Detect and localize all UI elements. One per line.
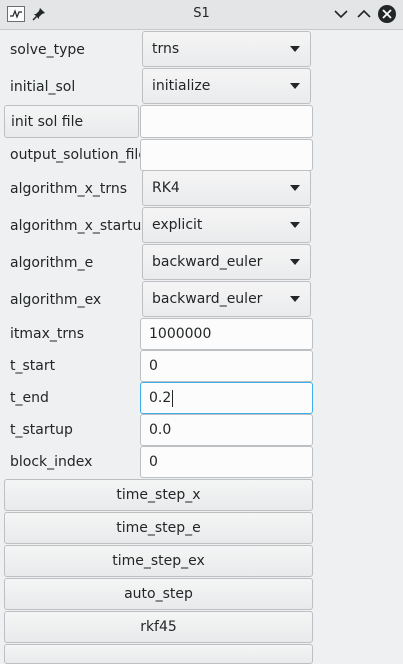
t-end-text-wrap: 0.2 bbox=[149, 383, 174, 413]
algorithm-x-startup-value: explicit bbox=[152, 217, 203, 233]
output-solution-file-label: output_solution_file bbox=[10, 147, 147, 163]
algorithm-ex-value: backward_euler bbox=[152, 291, 263, 307]
t-start-label: t_start bbox=[10, 358, 56, 374]
t-end-value: 0.2 bbox=[149, 390, 172, 406]
algorithm-x-startup-label: algorithm_x_startup bbox=[10, 218, 151, 234]
dropdown-arrow-icon bbox=[290, 185, 300, 191]
time-step-ex-button[interactable]: time_step_ex bbox=[4, 545, 313, 577]
algorithm-x-trns-combo[interactable]: RK4 bbox=[142, 170, 311, 206]
initial-sol-value: initialize bbox=[152, 78, 211, 94]
time-step-e-button[interactable]: time_step_e bbox=[4, 512, 313, 544]
algorithm-e-value: backward_euler bbox=[152, 254, 263, 270]
chevron-down-icon[interactable] bbox=[331, 4, 351, 24]
solve-type-combo[interactable]: trns bbox=[142, 31, 311, 67]
algorithm-x-startup-combo[interactable]: explicit bbox=[142, 207, 311, 243]
chevron-up-icon[interactable] bbox=[354, 4, 374, 24]
time-step-x-button[interactable]: time_step_x bbox=[4, 479, 313, 511]
init-sol-file-field[interactable] bbox=[140, 105, 313, 138]
close-icon[interactable] bbox=[377, 4, 397, 24]
algorithm-x-trns-label: algorithm_x_trns bbox=[10, 181, 128, 197]
dropdown-arrow-icon bbox=[290, 259, 300, 265]
solve-type-label: solve_type bbox=[10, 42, 85, 58]
partial-button[interactable] bbox=[4, 644, 313, 664]
t-startup-value: 0.0 bbox=[149, 422, 172, 438]
output-solution-file-field[interactable] bbox=[140, 139, 313, 171]
initial-sol-combo[interactable]: initialize bbox=[142, 68, 311, 104]
rkf45-button[interactable]: rkf45 bbox=[4, 611, 313, 643]
init-sol-file-button[interactable]: init sol file bbox=[4, 105, 139, 138]
t-start-value: 0 bbox=[149, 358, 158, 374]
dropdown-arrow-icon bbox=[290, 222, 300, 228]
initial-sol-label: initial_sol bbox=[10, 79, 76, 95]
algorithm-x-trns-value: RK4 bbox=[152, 180, 180, 196]
algorithm-e-label: algorithm_e bbox=[10, 255, 94, 271]
block-index-value: 0 bbox=[149, 454, 158, 470]
title-bar: S1 bbox=[0, 0, 403, 30]
auto-step-button[interactable]: auto_step bbox=[4, 578, 313, 610]
block-index-field[interactable]: 0 bbox=[140, 446, 313, 478]
itmax-trns-field[interactable]: 1000000 bbox=[140, 318, 313, 350]
text-caret bbox=[172, 389, 174, 407]
algorithm-e-combo[interactable]: backward_euler bbox=[142, 244, 311, 280]
t-startup-field[interactable]: 0.0 bbox=[140, 414, 313, 446]
t-end-label: t_end bbox=[10, 390, 49, 406]
algorithm-ex-label: algorithm_ex bbox=[10, 292, 102, 308]
algorithm-ex-combo[interactable]: backward_euler bbox=[142, 281, 311, 317]
dropdown-arrow-icon bbox=[290, 83, 300, 89]
itmax-trns-label: itmax_trns bbox=[10, 326, 85, 342]
solve-type-value: trns bbox=[152, 41, 180, 57]
t-start-field[interactable]: 0 bbox=[140, 350, 313, 382]
dropdown-arrow-icon bbox=[290, 296, 300, 302]
dropdown-arrow-icon bbox=[290, 46, 300, 52]
block-index-label: block_index bbox=[10, 454, 93, 470]
t-startup-label: t_startup bbox=[10, 422, 73, 438]
itmax-trns-value: 1000000 bbox=[149, 326, 212, 342]
t-end-field[interactable]: 0.2 bbox=[140, 382, 313, 414]
